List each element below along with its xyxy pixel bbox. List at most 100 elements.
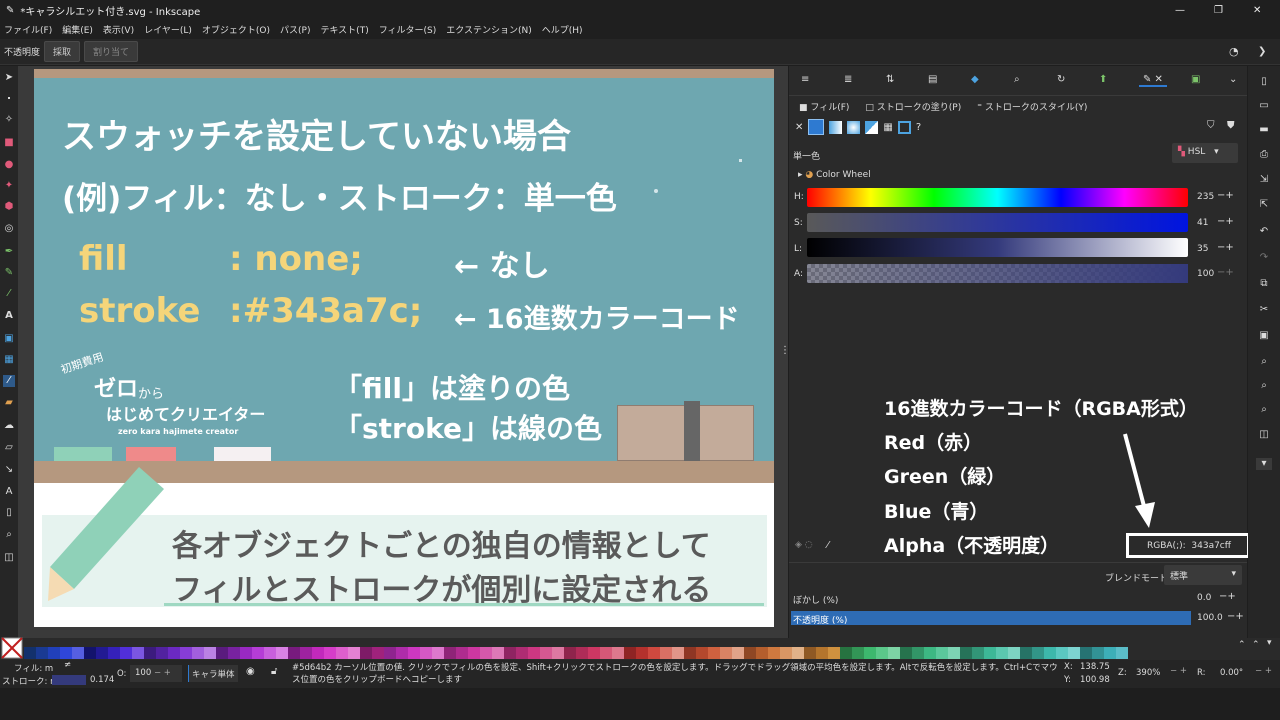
palette-swatch[interactable]: [336, 647, 348, 659]
menu-help[interactable]: ヘルプ(H): [542, 23, 583, 36]
palette-swatch[interactable]: [900, 647, 912, 659]
measure-tool-icon[interactable]: ◫: [3, 552, 15, 564]
palette-swatch[interactable]: [480, 647, 492, 659]
menu-object[interactable]: オブジェクト(O): [202, 23, 270, 36]
palette-swatch[interactable]: [516, 647, 528, 659]
color-mode-select[interactable]: ▚ HSL ▾: [1172, 143, 1238, 163]
zoom-tool-icon[interactable]: ⌕: [3, 529, 15, 541]
opacity-bar[interactable]: [791, 611, 1191, 625]
palette-swatch[interactable]: [744, 647, 756, 659]
open-icon[interactable]: ▭: [1258, 100, 1270, 112]
palette-swatch[interactable]: [108, 647, 120, 659]
palette-swatch[interactable]: [408, 647, 420, 659]
palette-scroll-down-icon[interactable]: ⌃: [1252, 640, 1260, 650]
palette-swatch[interactable]: [384, 647, 396, 659]
document-properties-icon[interactable]: ▤: [928, 74, 937, 85]
find-icon[interactable]: ⌕: [1014, 74, 1020, 85]
more-commands-icon[interactable]: ▾: [1256, 458, 1272, 470]
lightness-value[interactable]: 35: [1197, 244, 1208, 254]
palette-swatch[interactable]: [588, 647, 600, 659]
mesh-tool-icon[interactable]: ▦: [3, 354, 15, 366]
palette-swatch[interactable]: [864, 647, 876, 659]
pages-tool-icon[interactable]: ▯: [3, 507, 15, 519]
duplicate-icon[interactable]: ◫: [1258, 429, 1270, 441]
palette-scroll-up-icon[interactable]: ⌃: [1238, 640, 1246, 650]
eraser-tool-icon[interactable]: ▱: [3, 442, 15, 454]
palette-swatch[interactable]: [936, 647, 948, 659]
palette-swatch[interactable]: [888, 647, 900, 659]
text-tool-icon[interactable]: A: [3, 310, 15, 322]
align-icon[interactable]: ▣: [1191, 74, 1200, 85]
palette-swatch[interactable]: [528, 647, 540, 659]
palette-swatch[interactable]: [324, 647, 336, 659]
connector-tool-icon[interactable]: ↘: [3, 464, 15, 476]
paste-icon[interactable]: ▣: [1258, 330, 1270, 342]
copy-icon[interactable]: ⧉: [1258, 278, 1270, 290]
palette-swatch[interactable]: [852, 647, 864, 659]
rgba-value[interactable]: 343a7cff: [1191, 541, 1231, 551]
palette-swatch[interactable]: [948, 647, 960, 659]
mesh-gradient-icon[interactable]: [865, 120, 879, 134]
palette-swatch[interactable]: [48, 647, 60, 659]
ellipse-tool-icon[interactable]: ●: [3, 159, 15, 171]
blend-mode-select[interactable]: 標準 ▾: [1164, 565, 1242, 585]
palette-swatch[interactable]: [828, 647, 840, 659]
hue-stepper[interactable]: −+: [1217, 190, 1234, 201]
fill-stroke-tab-icon[interactable]: ✎ ✕: [1139, 74, 1167, 87]
palette-swatch[interactable]: [540, 647, 552, 659]
assign-button[interactable]: 割り当て: [84, 41, 139, 62]
tab-fill[interactable]: ■ フィル(F): [799, 100, 849, 113]
palette-swatch[interactable]: [192, 647, 204, 659]
palette-swatch[interactable]: [960, 647, 972, 659]
palette-swatch[interactable]: [120, 647, 132, 659]
unset-icon[interactable]: ?: [916, 122, 921, 133]
linear-gradient-icon[interactable]: [829, 120, 843, 134]
saturation-value[interactable]: 41: [1197, 218, 1208, 228]
menu-layer[interactable]: レイヤー(L): [144, 23, 192, 36]
lightness-slider[interactable]: [807, 238, 1188, 257]
swatch-strip[interactable]: [24, 647, 1128, 659]
palette-swatch[interactable]: [312, 647, 324, 659]
picker-dropper-icon[interactable]: ⁄: [827, 540, 829, 551]
palette-swatch[interactable]: [816, 647, 828, 659]
palette-swatch[interactable]: [768, 647, 780, 659]
flat-color-icon[interactable]: [808, 119, 825, 135]
rotate-stepper[interactable]: − +: [1255, 666, 1272, 676]
alpha-value[interactable]: 100: [1197, 269, 1214, 279]
palette-swatch[interactable]: [600, 647, 612, 659]
redo-icon[interactable]: ↷: [1258, 252, 1270, 264]
stroke-width-value[interactable]: 0.174: [90, 675, 114, 685]
palette-swatch[interactable]: [264, 647, 276, 659]
palette-swatch[interactable]: [276, 647, 288, 659]
3dbox-tool-icon[interactable]: ⬢: [3, 201, 15, 213]
radial-gradient-icon[interactable]: [847, 120, 861, 134]
palette-swatch[interactable]: [456, 647, 468, 659]
zoom-stepper[interactable]: − +: [1170, 666, 1187, 676]
palette-swatch[interactable]: [636, 647, 648, 659]
blur-stepper[interactable]: −+: [1219, 591, 1236, 602]
palette-swatch[interactable]: [252, 647, 264, 659]
color-managed-icon[interactable]: ◈ ◌: [795, 540, 813, 550]
palette-swatch[interactable]: [288, 647, 300, 659]
palette-swatch[interactable]: [72, 647, 84, 659]
palette-swatch[interactable]: [708, 647, 720, 659]
tab-stroke-paint[interactable]: □ ストロークの塗り(P): [865, 100, 961, 113]
hue-value[interactable]: 235: [1197, 192, 1214, 202]
palette-swatch[interactable]: [1092, 647, 1104, 659]
palette-swatch[interactable]: [840, 647, 852, 659]
no-color-swatch[interactable]: [1, 637, 23, 659]
print-icon[interactable]: ⎙: [1258, 149, 1270, 161]
pencil-tool-icon[interactable]: ✎: [3, 267, 15, 279]
palette-swatch[interactable]: [984, 647, 996, 659]
lightness-stepper[interactable]: −+: [1217, 242, 1234, 253]
dock-menu-icon[interactable]: ⌄: [1229, 74, 1237, 85]
menu-path[interactable]: パス(P): [280, 23, 310, 36]
pick-button[interactable]: 採取: [44, 41, 81, 62]
alpha-stepper[interactable]: −+: [1217, 267, 1234, 278]
saturation-stepper[interactable]: −+: [1217, 216, 1234, 227]
palette-swatch[interactable]: [552, 647, 564, 659]
snap-icon[interactable]: ◔: [1229, 45, 1239, 58]
palette-swatch[interactable]: [1032, 647, 1044, 659]
no-paint-icon[interactable]: ✕: [795, 122, 803, 133]
save-icon[interactable]: ▬: [1258, 124, 1270, 136]
